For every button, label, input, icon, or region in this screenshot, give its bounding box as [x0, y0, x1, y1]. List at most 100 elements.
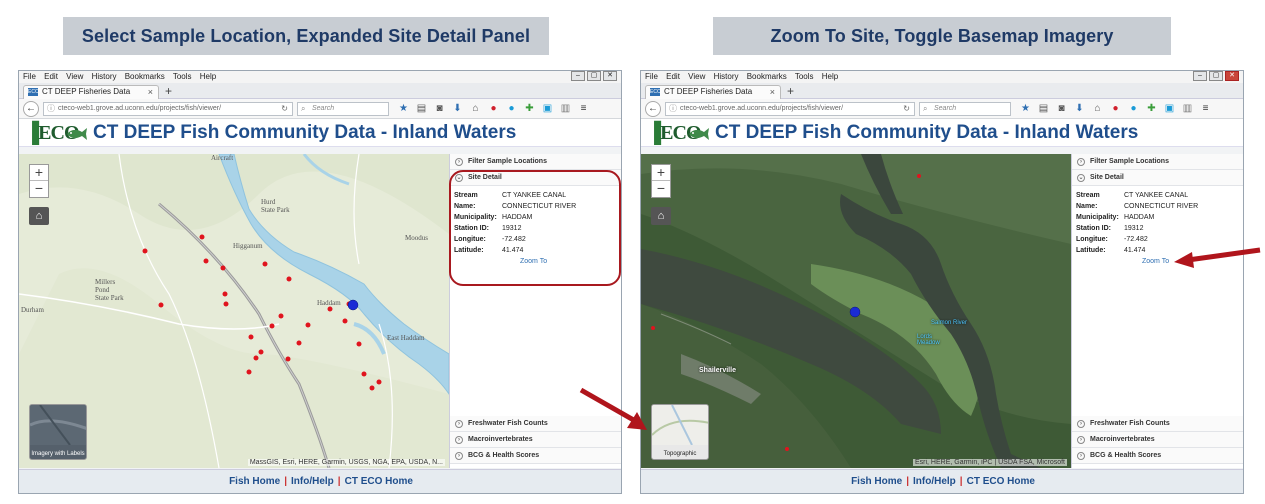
hamburger-menu-icon[interactable]: ≡ [1199, 102, 1212, 116]
pocket-icon[interactable]: ◙ [433, 102, 446, 116]
menu-bar: File Edit View History Bookmarks Tools H… [641, 71, 1243, 83]
zoom-out-button[interactable]: − [652, 181, 670, 197]
site-detail-header[interactable]: ⌄ Site Detail [1072, 170, 1243, 186]
url-bar[interactable]: ⓘ cteco-web1.grove.ad.uconn.edu/projects… [665, 102, 915, 116]
sidebar-icon[interactable]: ▥ [559, 102, 572, 116]
url-bar[interactable]: ⓘ cteco-web1.grove.ad.uconn.edu/projects… [43, 102, 293, 116]
map-label-durham: Durham [21, 306, 44, 314]
download-icon[interactable]: ⬇ [1073, 102, 1086, 116]
app-title: CT DEEP Fish Community Data - Inland Wat… [93, 122, 517, 143]
info-icon[interactable]: ⓘ [47, 103, 55, 115]
info-icon[interactable]: ⓘ [669, 103, 677, 115]
menu-tools[interactable]: Tools [795, 72, 814, 81]
menu-view[interactable]: View [688, 72, 705, 81]
imagery-map[interactable]: Shailerville Salmon River Lords Meadow +… [641, 154, 1071, 468]
back-arrow-icon[interactable]: ← [645, 101, 661, 117]
skype-icon[interactable]: ● [505, 102, 518, 116]
minimize-icon[interactable]: – [571, 71, 585, 81]
zoom-out-button[interactable]: − [30, 181, 48, 197]
sidebar-icon[interactable]: ▥ [1181, 102, 1194, 116]
back-arrow-icon[interactable]: ← [23, 101, 39, 117]
menu-bookmarks[interactable]: Bookmarks [125, 72, 165, 81]
reload-icon[interactable]: ↻ [903, 103, 910, 115]
map-label-salmon-river: Salmon River [931, 320, 968, 326]
pinterest-icon[interactable]: ● [1109, 102, 1122, 116]
tab-title: CT DEEP Fisheries Data [42, 87, 131, 96]
ct-eco-home-link[interactable]: CT ECO Home [345, 476, 413, 487]
screenshot-icon[interactable]: ▣ [541, 102, 554, 116]
macroinvertebrates-header[interactable]: › Macroinvertebrates [1072, 432, 1243, 448]
pinterest-icon[interactable]: ● [487, 102, 500, 116]
expand-icon: › [1077, 158, 1085, 166]
basemap-toggle[interactable]: Topographic [651, 404, 709, 460]
search-input[interactable]: ⌕ Search [919, 102, 1011, 116]
bookmark-star-icon[interactable]: ★ [397, 102, 410, 116]
home-icon[interactable]: ⌂ [469, 102, 482, 116]
search-placeholder: Search [934, 105, 957, 112]
hamburger-menu-icon[interactable]: ≡ [577, 102, 590, 116]
menu-help[interactable]: Help [822, 72, 838, 81]
freshwater-fish-counts-header[interactable]: › Freshwater Fish Counts [1072, 416, 1243, 432]
map-attribution: MassGIS, Esri, HERE, Garmin, USGS, NGA, … [247, 459, 445, 466]
menu-help[interactable]: Help [200, 72, 216, 81]
home-icon[interactable]: ⌂ [1091, 102, 1104, 116]
info-help-link[interactable]: Info/Help [913, 476, 956, 487]
tab-close-icon[interactable]: × [770, 86, 775, 98]
reading-list-icon[interactable]: ▤ [415, 102, 428, 116]
detail-row-station-id: Station ID: 19312 [1076, 225, 1144, 232]
basemap-toggle[interactable]: Imagery with Labels [29, 404, 87, 460]
map-label-aircraft: Aircraft [211, 154, 234, 162]
menu-bookmarks[interactable]: Bookmarks [747, 72, 787, 81]
download-icon[interactable]: ⬇ [451, 102, 464, 116]
reload-icon[interactable]: ↻ [281, 103, 288, 115]
screenshot-icon[interactable]: ▣ [1163, 102, 1176, 116]
menu-file[interactable]: File [23, 72, 36, 81]
home-extent-icon[interactable]: ⌂ [651, 207, 671, 225]
collapse-icon: ⌄ [1077, 174, 1085, 182]
minimize-icon[interactable]: – [1193, 71, 1207, 81]
search-placeholder: Search [312, 105, 335, 112]
addon-icon[interactable]: ✚ [523, 102, 536, 116]
restore-icon[interactable]: ▢ [1209, 71, 1223, 81]
new-tab-button[interactable]: + [165, 84, 172, 98]
bookmark-star-icon[interactable]: ★ [1019, 102, 1032, 116]
fish-logo-icon [67, 128, 87, 140]
addon-icon[interactable]: ✚ [1145, 102, 1158, 116]
restore-icon[interactable]: ▢ [587, 71, 601, 81]
pocket-icon[interactable]: ◙ [1055, 102, 1068, 116]
browser-tab[interactable]: ECO CT DEEP Fisheries Data × [645, 85, 781, 99]
info-help-link[interactable]: Info/Help [291, 476, 334, 487]
tab-close-icon[interactable]: × [148, 86, 153, 98]
menu-history[interactable]: History [92, 72, 117, 81]
topographic-map[interactable]: Aircraft Hurd State Park Higganum Haddam… [19, 154, 449, 468]
ct-eco-home-link[interactable]: CT ECO Home [967, 476, 1035, 487]
browser-tab[interactable]: ECO CT DEEP Fisheries Data × [23, 85, 159, 99]
close-window-icon[interactable]: ✕ [603, 71, 617, 81]
zoom-in-button[interactable]: + [652, 165, 670, 181]
menu-edit[interactable]: Edit [44, 72, 58, 81]
home-extent-icon[interactable]: ⌂ [29, 207, 49, 225]
menu-view[interactable]: View [66, 72, 83, 81]
menu-history[interactable]: History [714, 72, 739, 81]
fish-home-link[interactable]: Fish Home [229, 476, 280, 487]
filter-sample-locations-header[interactable]: › Filter Sample Locations [1072, 154, 1243, 170]
reading-list-icon[interactable]: ▤ [1037, 102, 1050, 116]
filter-sample-locations-header[interactable]: › Filter Sample Locations [450, 154, 621, 170]
tab-bar: ECO CT DEEP Fisheries Data × + [19, 83, 621, 99]
menu-edit[interactable]: Edit [666, 72, 680, 81]
zoom-in-button[interactable]: + [30, 165, 48, 181]
menu-tools[interactable]: Tools [173, 72, 192, 81]
fish-home-link[interactable]: Fish Home [851, 476, 902, 487]
skype-icon[interactable]: ● [1127, 102, 1140, 116]
new-tab-button[interactable]: + [787, 84, 794, 98]
menu-file[interactable]: File [645, 72, 658, 81]
app-title: CT DEEP Fish Community Data - Inland Wat… [715, 122, 1139, 143]
search-input[interactable]: ⌕ Search [297, 102, 389, 116]
bcg-health-scores-header[interactable]: › BCG & Health Scores [450, 448, 621, 464]
bcg-health-scores-header[interactable]: › BCG & Health Scores [1072, 448, 1243, 464]
map-label-lords-meadow: Lords Meadow [917, 334, 940, 346]
close-window-icon[interactable]: ✕ [1225, 71, 1239, 81]
window-controls: – ▢ ✕ [571, 71, 617, 81]
app-header: ▐ECO CT DEEP Fish Community Data - Inlan… [641, 119, 1243, 147]
url-text: cteco-web1.grove.ad.uconn.edu/projects/f… [58, 105, 222, 112]
